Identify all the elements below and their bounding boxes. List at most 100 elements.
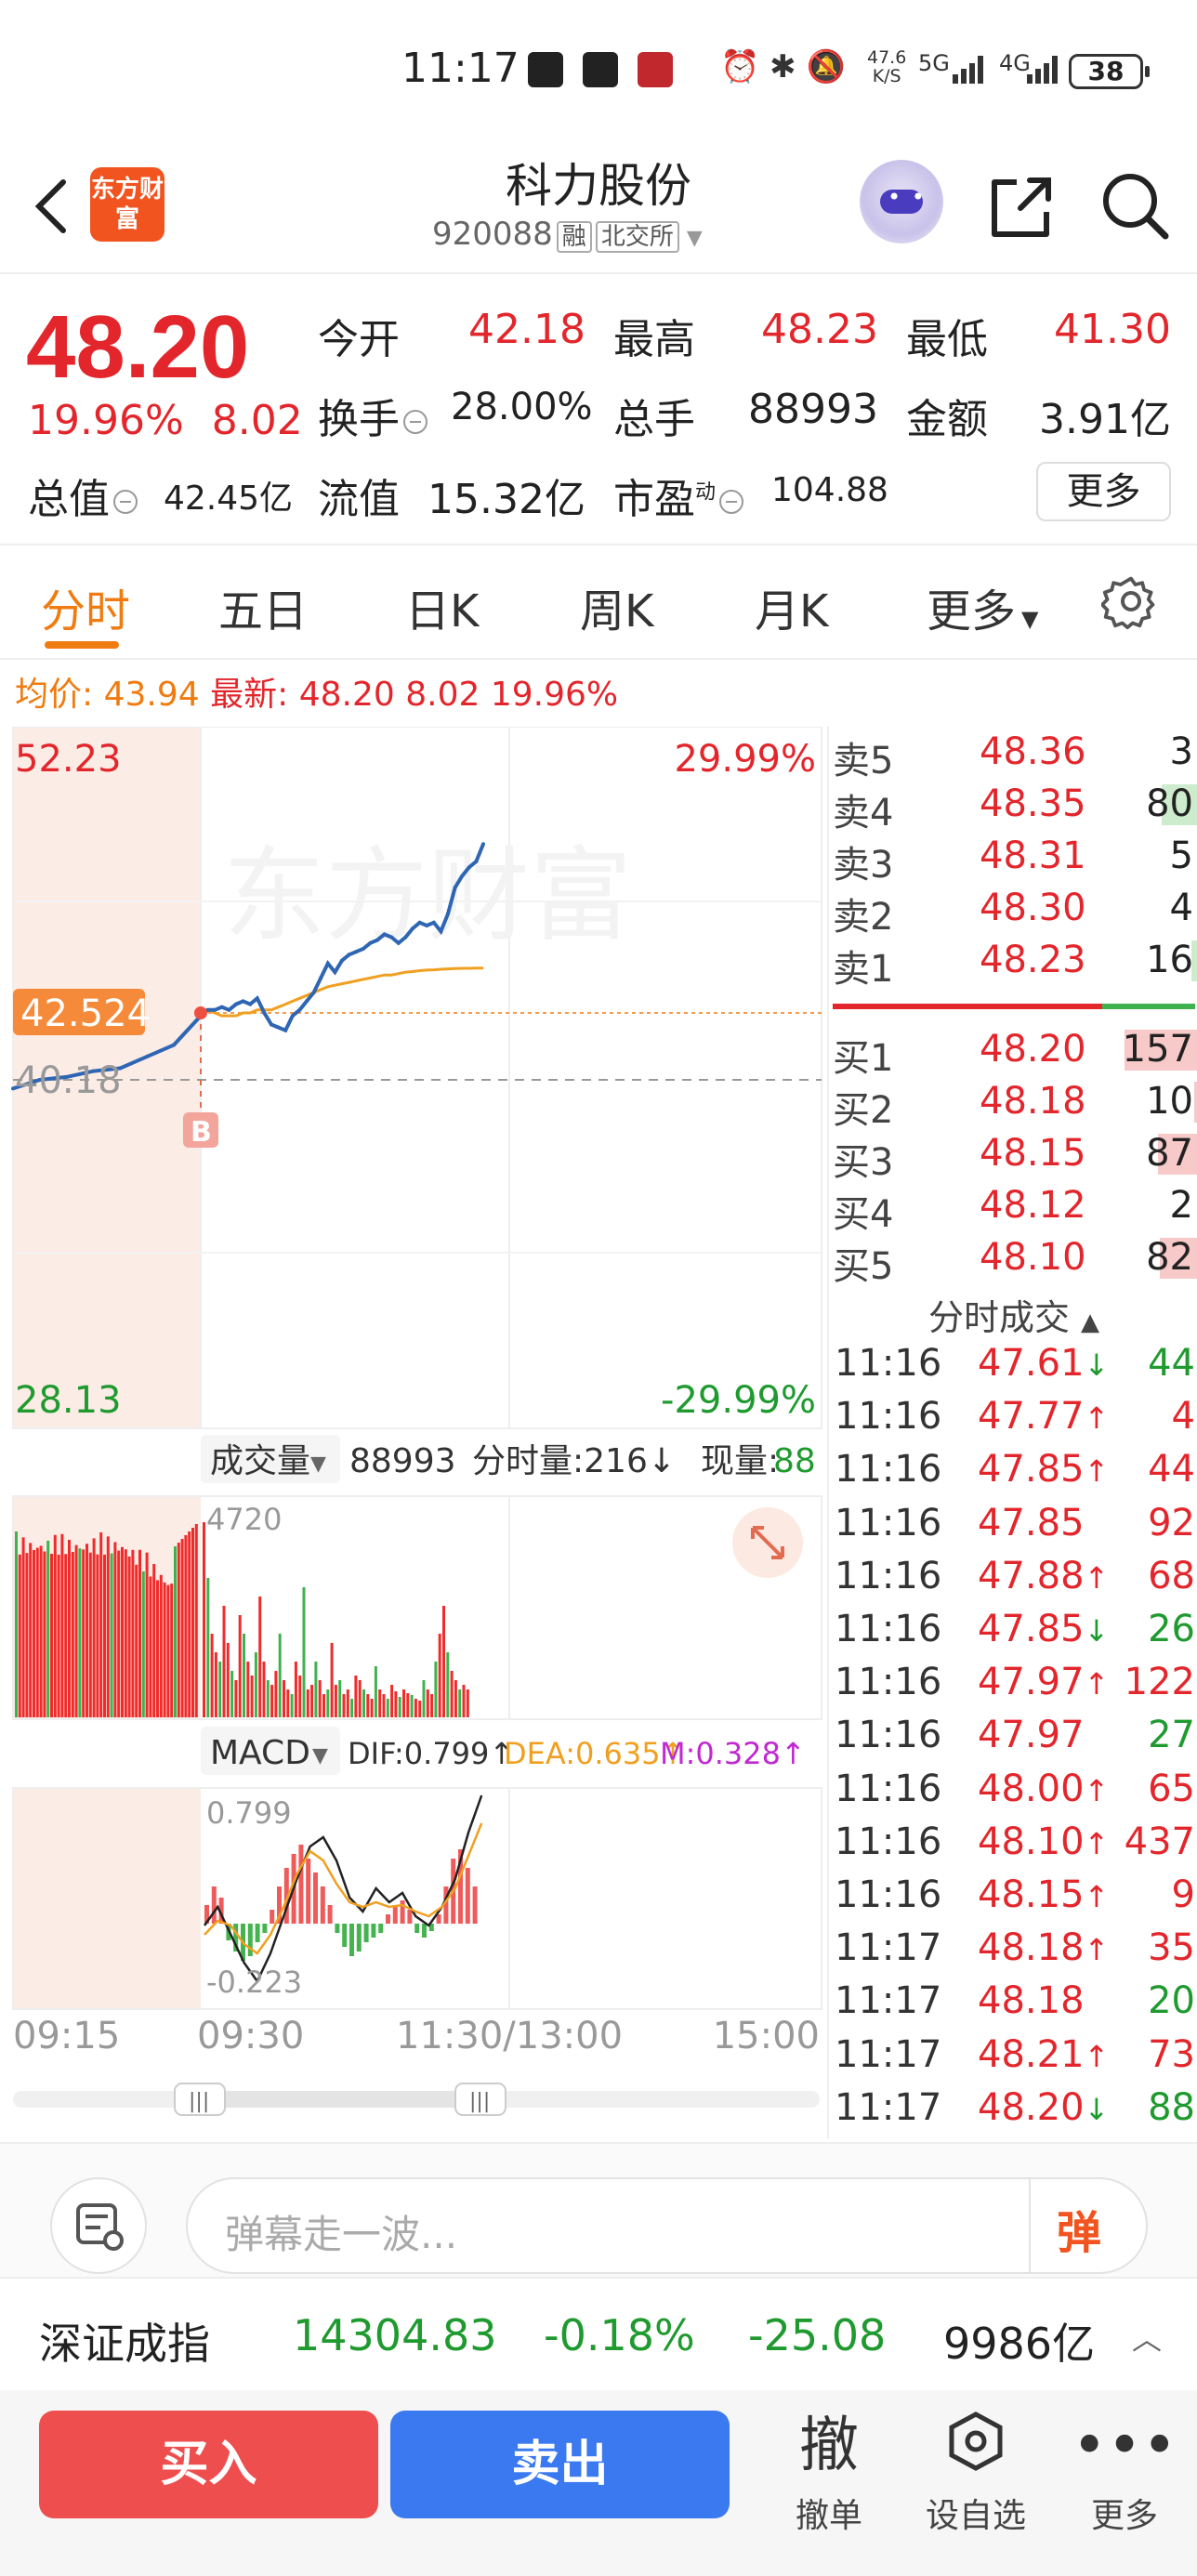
trade-volume: 44 xyxy=(1148,1342,1195,1385)
bid-row-2[interactable]: 买2 48.18 10 xyxy=(829,1076,1197,1132)
volume-bar xyxy=(434,1662,438,1717)
more-dots-icon: ••• xyxy=(1072,2412,1177,2480)
trade-row: 11:16 47.97 27 xyxy=(829,1710,1197,1763)
ask-row-4[interactable]: 卖4 48.35 80 xyxy=(829,779,1197,835)
macd-bar xyxy=(472,1886,478,1924)
tab-five-day[interactable]: 五日 xyxy=(218,574,308,639)
tab-intraday[interactable]: 分时 xyxy=(41,574,130,639)
volume-bar xyxy=(124,1549,127,1717)
time-label-1500: 15:00 xyxy=(713,2015,820,2057)
macd-bar xyxy=(313,1873,318,1924)
stock-code-row[interactable]: 920088 融北交所 ▼ xyxy=(432,216,703,253)
info-icon[interactable] xyxy=(113,490,138,514)
trade-volume: 26 xyxy=(1148,1608,1195,1650)
ai-assistant-icon[interactable] xyxy=(860,160,943,243)
bottom-action-bar: 买入 卖出 撤 撤单 设自选 ••• 更多 xyxy=(0,2390,1197,2576)
price-point xyxy=(368,940,373,945)
danmu-settings-button[interactable] xyxy=(50,2177,147,2274)
index-amount: 9986亿 xyxy=(943,2319,1096,2369)
volume-bar xyxy=(382,1694,386,1717)
add-watchlist-button[interactable]: 设自选 xyxy=(911,2409,1041,2537)
danmu-input[interactable]: 弹幕走一波... 弹 xyxy=(186,2177,1148,2274)
cancel-order-button[interactable]: 撤 撤单 xyxy=(764,2409,894,2537)
trade-row: 11:17 48.18↑ 35 xyxy=(829,1923,1197,1976)
trade-row: 11:16 48.00↑ 65 xyxy=(829,1764,1197,1817)
danmu-send-button[interactable]: 弹 xyxy=(1057,2196,1101,2261)
volume-bar xyxy=(177,1543,180,1717)
tab-daily-k[interactable]: 日K xyxy=(405,574,479,639)
price-point xyxy=(219,1005,224,1009)
buy-button[interactable]: 买入 xyxy=(39,2411,378,2518)
trade-time: 11:16 xyxy=(835,1554,942,1597)
amount-value: 3.91亿 xyxy=(1039,396,1171,443)
more-menu-button[interactable]: ••• 更多 xyxy=(1059,2409,1190,2537)
network-4g-label: 4G xyxy=(999,50,1031,76)
ask-row-2[interactable]: 卖2 48.30 4 xyxy=(829,883,1197,939)
volume-bar xyxy=(113,1542,117,1717)
volume-bar xyxy=(180,1539,184,1717)
trade-list-title[interactable]: 分时成交 ▲ xyxy=(829,1289,1197,1340)
trade-volume: 88 xyxy=(1148,2085,1195,2129)
volume-bar xyxy=(99,1532,103,1717)
index-ticker-bar[interactable]: 深证成指 14304.83 -0.18% -25.08 9986亿 ︿ xyxy=(0,2277,1197,2388)
tab-more[interactable]: 更多 ▼ xyxy=(927,574,1038,639)
volume-bar xyxy=(262,1662,266,1717)
trade-row: 11:17 48.18 20 xyxy=(829,1976,1197,2029)
price-point xyxy=(248,1002,253,1006)
volume-bar xyxy=(462,1685,466,1717)
more-details-button[interactable]: 更多 xyxy=(1036,462,1171,521)
tab-monthly-k[interactable]: 月K xyxy=(755,574,828,639)
trade-price: 47.85 xyxy=(978,1501,1085,1544)
price-point xyxy=(283,1028,288,1032)
volume-bar xyxy=(386,1699,389,1717)
arrow-up-icon: ↑ xyxy=(1084,1453,1110,1490)
volume-bar xyxy=(226,1643,230,1717)
bid-row-3[interactable]: 买3 48.15 87 xyxy=(829,1128,1197,1184)
settings-gear-icon[interactable] xyxy=(1101,572,1161,631)
macd-bar xyxy=(422,1924,427,1938)
float-label: 流值 xyxy=(318,476,400,523)
volume-bar xyxy=(131,1549,135,1717)
ask-row-1[interactable]: 卖1 48.23 16 xyxy=(829,935,1197,991)
price-point xyxy=(241,999,245,1004)
share-icon[interactable] xyxy=(983,171,1058,245)
volume-value: 88993 xyxy=(748,386,878,433)
volume-bar xyxy=(82,1549,86,1717)
macd-bar xyxy=(371,1924,376,1938)
intraday-chart-area[interactable]: 东方财富 52.23 29.99% 42.524 40.18 B 28.13 -… xyxy=(0,726,827,2139)
bid-row-1[interactable]: 买1 48.20 157 xyxy=(829,1024,1197,1080)
ask-row-5[interactable]: 卖5 48.36 3 xyxy=(829,727,1197,782)
trade-volume: 73 xyxy=(1148,2032,1195,2076)
price-point xyxy=(354,950,359,954)
volume-bar xyxy=(326,1689,330,1717)
volume-bar xyxy=(110,1553,113,1717)
chevron-up-icon[interactable]: ︿ xyxy=(1132,2316,1162,2359)
volume-bar xyxy=(358,1680,362,1717)
search-icon[interactable] xyxy=(1097,167,1171,242)
chart-scrollbar-range[interactable] xyxy=(200,2091,479,2108)
volume-bar xyxy=(222,1606,226,1717)
ask-row-3[interactable]: 卖3 48.31 5 xyxy=(829,831,1197,887)
volume-bar xyxy=(156,1580,159,1717)
intraday-chart-svg[interactable]: 东方财富 52.23 29.99% 42.524 40.18 B 28.13 -… xyxy=(0,726,827,2139)
stock-header: 东方财富 科力股份 920088 融北交所 ▼ xyxy=(0,139,1197,274)
trade-volume: 122 xyxy=(1124,1661,1195,1704)
volume-bar xyxy=(446,1652,450,1717)
trade-row: 11:16 48.15↑ 9 xyxy=(829,1870,1197,1923)
info-icon[interactable] xyxy=(403,410,428,434)
trade-time: 11:16 xyxy=(835,1608,942,1650)
macd-bar xyxy=(298,1845,304,1924)
trade-row: 11:16 47.61↓ 44 xyxy=(829,1338,1197,1391)
trade-time: 11:17 xyxy=(835,2032,942,2076)
tab-weekly-k[interactable]: 周K xyxy=(580,574,653,639)
price-point xyxy=(439,929,443,934)
volume-bar xyxy=(302,1587,306,1717)
high-value: 48.23 xyxy=(761,306,878,353)
sell-button[interactable]: 卖出 xyxy=(390,2411,730,2518)
bid-row-5[interactable]: 买5 48.10 82 xyxy=(829,1232,1197,1288)
price-point xyxy=(297,1007,302,1012)
bid-row-4[interactable]: 买4 48.12 2 xyxy=(829,1180,1197,1236)
info-icon[interactable] xyxy=(719,490,744,514)
trade-row: 11:16 47.97↑ 122 xyxy=(829,1657,1197,1710)
volume-bars xyxy=(15,1522,469,1717)
